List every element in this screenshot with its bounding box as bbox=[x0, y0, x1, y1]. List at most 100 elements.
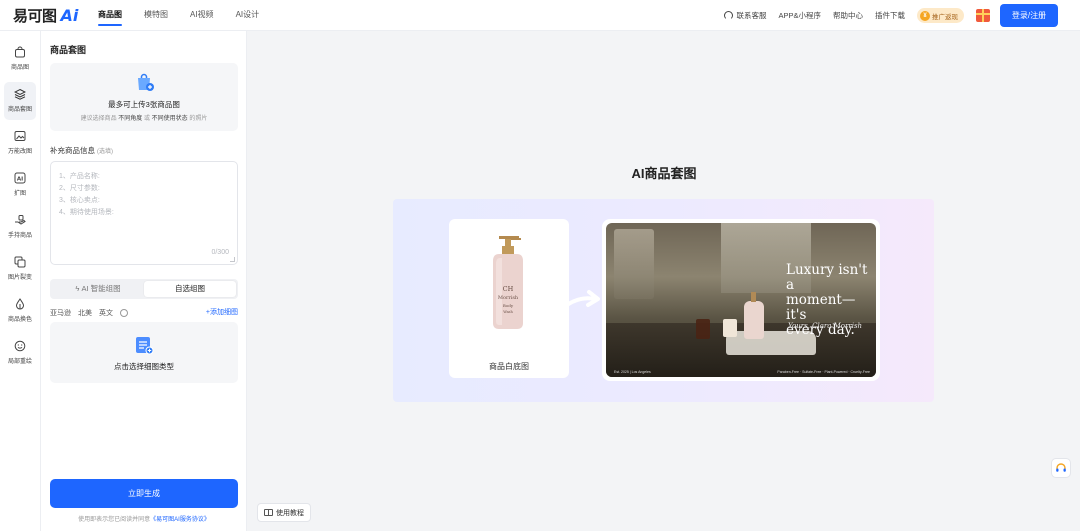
tutorial-button[interactable]: 使用教程 bbox=[257, 503, 311, 522]
generate-button[interactable]: 立即生成 bbox=[50, 479, 238, 508]
char-count: 0/300 bbox=[211, 249, 229, 256]
support-link[interactable]: 联系客服 bbox=[724, 10, 766, 21]
tag-amazon[interactable]: 亚马逊 bbox=[50, 308, 71, 318]
placeholder-line: 3、核心卖点: bbox=[59, 197, 100, 204]
agreement-prefix: 使用即表示您已阅读并同意 bbox=[78, 517, 151, 523]
promo-label: 推广返现 bbox=[932, 13, 958, 21]
tutorial-label: 使用教程 bbox=[276, 509, 304, 517]
white-bg-label: 商品白底图 bbox=[489, 362, 529, 371]
info-optional: (选填) bbox=[97, 149, 113, 155]
tip-state: 不同使用状态 bbox=[151, 116, 188, 122]
sidebar-item-inpaint[interactable]: 局部重绘 bbox=[4, 334, 36, 372]
market-tags: 亚马逊 北美 英文 +添加细图 bbox=[50, 307, 238, 319]
upload-tip: 建议选择商品 不同角度 或 不同使用状态 的照片 bbox=[50, 113, 238, 122]
main-nav: 商品图 模特图 AI视频 AI设计 bbox=[98, 0, 281, 31]
photo-signature: Yours, Clara Morrish bbox=[788, 322, 863, 330]
sidebar-item-label: 扩图 bbox=[13, 191, 26, 197]
settings-icon[interactable] bbox=[120, 309, 128, 317]
help-link[interactable]: 帮助中心 bbox=[833, 10, 863, 21]
tab-custom-set[interactable]: 自选组图 bbox=[144, 281, 236, 297]
panel-title: 商品套图 bbox=[50, 45, 87, 55]
login-button[interactable]: 登录/注册 bbox=[1000, 4, 1058, 27]
product-info-textarea[interactable]: 1、产品名称: 2、尺寸参数: 3、核心卖点: 4、期待使用场景: 0/300 bbox=[50, 161, 238, 265]
arrow-icon bbox=[557, 290, 600, 313]
top-right-actions: 联系客服 APP&小程序 帮助中心 插件下载 ¥ 推广返现 登录/注册 bbox=[724, 0, 1080, 31]
headline-line: moment—it's bbox=[786, 292, 856, 323]
color-drop-icon bbox=[13, 297, 27, 311]
book-icon bbox=[264, 509, 273, 516]
placeholder-line: 4、期待使用场景: bbox=[59, 209, 114, 216]
detail-type-picker[interactable]: 点击选择细图类型 bbox=[50, 322, 238, 383]
info-label: 补充商品信息 (选填) bbox=[50, 145, 113, 156]
nav-ai-video[interactable]: AI视频 bbox=[190, 0, 214, 31]
smile-icon bbox=[13, 339, 27, 353]
svg-text:AI: AI bbox=[17, 176, 23, 182]
sidebar-item-product-set[interactable]: 商品套图 bbox=[4, 82, 36, 120]
tip-or: 或 bbox=[143, 116, 150, 122]
preview-area: AI商品套图 CH Morrish Body Wash 商品白底图 Luxury… bbox=[248, 31, 1080, 531]
layers-icon bbox=[13, 87, 27, 101]
sidebar-item-label: 万能改图 bbox=[7, 149, 32, 155]
detail-type-label: 点击选择细图类型 bbox=[114, 362, 174, 371]
hand-icon bbox=[13, 213, 27, 227]
agreement-text: 使用即表示您已阅读并同意《易可图AI服务协议》 bbox=[41, 514, 247, 523]
photo-bottle bbox=[744, 292, 764, 339]
upload-title: 最多可上传3张商品图 bbox=[108, 100, 180, 109]
app-link[interactable]: APP&小程序 bbox=[778, 10, 821, 21]
headset-icon bbox=[1056, 463, 1066, 472]
sidebar-item-universal-edit[interactable]: 万能改图 bbox=[4, 124, 36, 162]
sidebar-item-handheld[interactable]: 手持商品 bbox=[4, 208, 36, 246]
ai-expand-icon: AI bbox=[13, 171, 27, 185]
photo-glass bbox=[696, 319, 710, 339]
sidebar-item-recolor[interactable]: 商品换色 bbox=[4, 292, 36, 330]
settings-panel: 商品套图 最多可上传3张商品图 建议选择商品 不同角度 或 不同使用状态 的照片… bbox=[41, 31, 247, 531]
bottle-brand: Wash bbox=[503, 310, 513, 314]
scene-photo: Luxury isn't a moment—it's every day. Yo… bbox=[606, 223, 876, 377]
sidebar-item-product-image[interactable]: 商品图 bbox=[4, 40, 36, 78]
photo-mirror bbox=[614, 229, 654, 299]
headline-line: Luxury isn't a bbox=[786, 262, 868, 293]
image-split-icon bbox=[13, 255, 27, 269]
bag-icon bbox=[13, 45, 27, 59]
tip-prefix: 建议选择商品 bbox=[80, 116, 117, 122]
upload-area[interactable]: 最多可上传3张商品图 建议选择商品 不同角度 或 不同使用状态 的照片 bbox=[50, 63, 238, 131]
support-float-button[interactable] bbox=[1051, 458, 1071, 478]
bottle-brand: Body bbox=[503, 303, 514, 308]
sidebar-item-label: 商品图 bbox=[10, 65, 29, 71]
tip-angle: 不同角度 bbox=[118, 116, 143, 122]
sidebar-item-label: 商品套图 bbox=[7, 107, 32, 113]
logo-text: 易可图 bbox=[13, 6, 57, 25]
sidebar-item-expand[interactable]: AI 扩图 bbox=[4, 166, 36, 204]
tag-english[interactable]: 英文 bbox=[99, 308, 113, 318]
scene-photo-card: Luxury isn't a moment—it's every day. Yo… bbox=[602, 219, 880, 381]
tag-north-america[interactable]: 北美 bbox=[78, 308, 92, 318]
support-label: 联系客服 bbox=[736, 11, 767, 20]
tool-sidebar: 商品图 商品套图 万能改图 AI 扩图 手持商品 图片裂变 商品换色 局部重绘 bbox=[0, 31, 41, 531]
add-detail-button[interactable]: +添加细图 bbox=[206, 307, 238, 317]
agreement-link[interactable]: 《易可图AI服务协议》 bbox=[150, 517, 210, 523]
plugin-link[interactable]: 插件下载 bbox=[875, 10, 905, 21]
gift-icon[interactable] bbox=[976, 9, 990, 22]
tab-label: AI 智能组图 bbox=[81, 284, 121, 293]
photo-footer-right: Paraben-Free · Sulfate-Free · Plant-Powe… bbox=[777, 370, 870, 374]
nav-product-image[interactable]: 商品图 bbox=[98, 0, 122, 31]
photo-candle bbox=[723, 319, 737, 337]
photo-footer-left: Est. 2025 | Los Angeles bbox=[614, 370, 651, 374]
nav-ai-design[interactable]: AI设计 bbox=[236, 0, 260, 31]
resize-handle[interactable] bbox=[230, 257, 235, 262]
placeholder-line: 2、尺寸参数: bbox=[59, 185, 100, 192]
logo-ai-mark: Ai bbox=[60, 5, 79, 25]
nav-model-image[interactable]: 模特图 bbox=[144, 0, 168, 31]
sidebar-item-label: 商品换色 bbox=[7, 317, 32, 323]
headset-icon bbox=[724, 11, 734, 20]
promo-badge[interactable]: ¥ 推广返现 bbox=[917, 8, 964, 23]
sidebar-item-image-split[interactable]: 图片裂变 bbox=[4, 250, 36, 288]
image-edit-icon bbox=[13, 129, 27, 143]
tab-ai-smart-set[interactable]: ϟ AI 智能组图 bbox=[52, 281, 144, 297]
logo[interactable]: 易可图 Ai bbox=[13, 5, 79, 25]
bottle-brand: Morrish bbox=[498, 295, 519, 301]
coin-icon: ¥ bbox=[920, 10, 930, 21]
sidebar-item-label: 手持商品 bbox=[7, 233, 32, 239]
bottle-brand: CH bbox=[503, 285, 514, 293]
sidebar-item-label: 局部重绘 bbox=[7, 359, 32, 365]
